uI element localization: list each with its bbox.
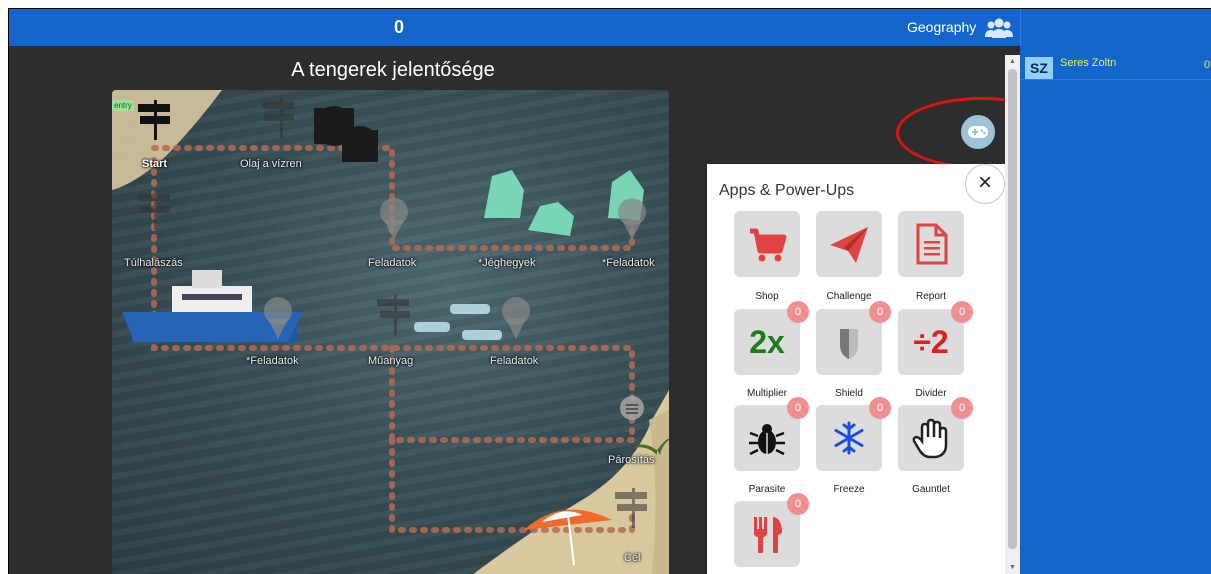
player-avatar: SZ [1025,57,1053,79]
document-icon [916,223,948,265]
board-label-feladatok-3: *Feladatok [246,355,299,367]
topbar-right-section [1020,9,1211,46]
subject-label: Geography [907,19,977,35]
players-sidebar: SZ Seres Zoltn 0 [1020,46,1211,574]
parasite-badge: 0 [787,397,809,419]
scroll-down-icon[interactable]: ▼ [1008,563,1017,572]
board-label-parositas: Párosítás [608,454,655,466]
top-bar: 0 Geography [9,9,1211,46]
board-label-feladatok-1: Feladatok [368,257,417,269]
freeze-badge: 0 [869,397,891,419]
cart-icon [750,228,787,262]
board-label-tulhalaszas: Túlhalászás [124,257,183,269]
board-label-muanyag: Műanyag [368,355,414,367]
board-label-olaj: Olaj a vízren [240,158,302,170]
player-score: 0 [1204,59,1211,71]
shield-badge: 0 [869,301,891,323]
board-label-start: Start [142,158,168,170]
player-row[interactable]: SZ Seres Zoltn 0 [1020,52,1211,80]
gauntlet-label: Gauntlet [912,484,950,495]
scrollbar-thumb[interactable] [1008,69,1017,549]
scroll-up-icon[interactable]: ▲ [1008,57,1017,66]
board-scene [112,90,669,574]
divider-badge: 0 [951,301,973,323]
close-panel-button[interactable]: × [965,164,1005,204]
scrollbar[interactable]: ▲ ▼ [1005,55,1020,574]
game-title: A tengerek jelentősége [291,59,495,81]
freeze-label: Freeze [833,484,865,495]
game-board[interactable]: entry Start Olaj a vízren Túlhalászás Fe… [112,90,669,574]
food-badge: 0 [787,493,809,515]
board-label-jeghegyek: *Jéghegyek [478,257,536,269]
multiplier-badge: 0 [787,301,809,323]
board-label-cel: Cél [624,552,641,564]
gauntlet-badge: 0 [951,397,973,419]
challenge-button[interactable] [816,211,882,277]
entry-tag: entry [112,100,134,111]
users-icon[interactable] [985,17,1013,39]
report-button[interactable] [898,211,964,277]
board-label-feladatok-4: Feladatok [490,355,539,367]
player-name: Seres Zoltn [1060,57,1117,69]
score-display: 0 [393,17,404,37]
paper-plane-icon [830,227,868,263]
game-frame: 0 Geography A tengerek jelentősége entry… [8,8,1211,574]
panel-title: Apps & Power-Ups [719,182,855,199]
board-label-feladatok-2: *Feladatok [602,257,655,269]
shop-button[interactable] [734,211,800,277]
apps-powerups-panel: Apps & Power-Ups Shop Challenge Report 2… [707,164,1005,574]
